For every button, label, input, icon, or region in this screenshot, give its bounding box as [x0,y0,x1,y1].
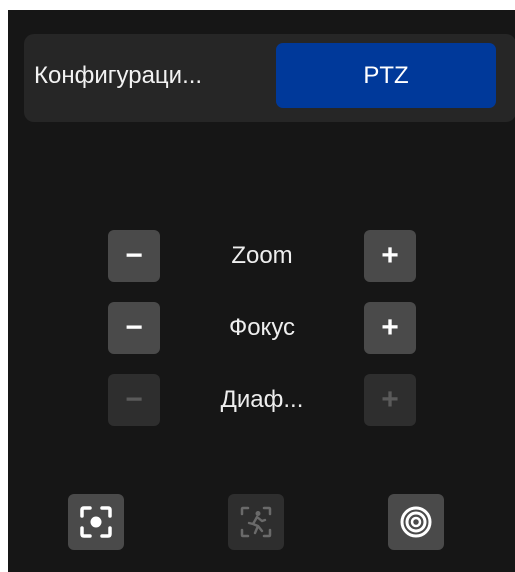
zoom-out-button[interactable]: − [108,230,160,282]
tab-configuration-label: Конфигураци... [34,61,203,89]
minus-icon: − [125,383,143,416]
focus-plus-button[interactable]: + [364,302,416,354]
zoom-label: Zoom [231,242,293,269]
focus-minus-button[interactable]: − [108,302,160,354]
ptz-panel: Конфигураци... PTZ − Zoom + − Фокус + − … [8,10,515,572]
focus-label: Фокус [228,314,296,341]
plus-icon: + [381,239,399,272]
tab-ptz[interactable]: PTZ [276,43,496,108]
minus-icon: − [125,239,143,272]
focus-control-row: − Фокус + [108,302,418,354]
target-rings-icon [400,506,432,538]
iris-label: Диаф... [220,386,304,413]
tab-configuration[interactable]: Конфигураци... [34,43,274,108]
plus-icon: + [381,383,399,416]
iris-control-row: − Диаф... + [108,374,418,426]
iris-plus-button[interactable]: + [364,374,416,426]
tab-bar: Конфигураци... PTZ [24,34,515,122]
plus-icon: + [381,311,399,344]
tab-ptz-label: PTZ [363,61,409,89]
zoom-in-button[interactable]: + [364,230,416,282]
iris-minus-button[interactable]: − [108,374,160,426]
person-tracking-icon [240,506,272,538]
minus-icon: − [125,311,143,344]
zoom-control-row: − Zoom + [108,230,418,282]
target-rings-button[interactable] [388,494,444,550]
focus-frame-icon [80,506,112,538]
focus-frame-button[interactable] [68,494,124,550]
person-tracking-button[interactable] [228,494,284,550]
